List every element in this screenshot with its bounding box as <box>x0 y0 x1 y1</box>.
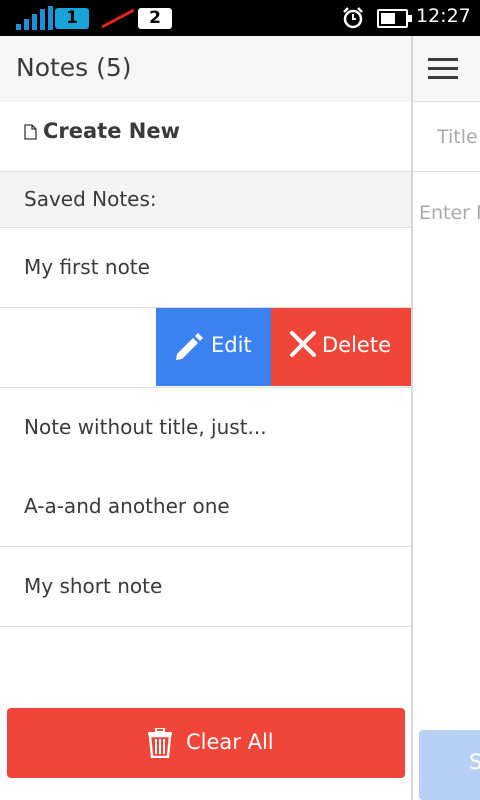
document-icon <box>24 124 37 140</box>
title-input[interactable]: Title <box>413 102 480 172</box>
list-item[interactable]: My short note <box>0 547 411 627</box>
notes-list-panel: Notes (5) Create New Saved Notes: My fir… <box>0 36 411 800</box>
trash-icon <box>148 728 172 758</box>
close-icon <box>290 331 316 357</box>
list-header: Notes (5) <box>0 36 411 102</box>
note-title: My first note <box>24 255 150 279</box>
create-new-button[interactable]: Create New <box>0 102 411 172</box>
save-label: S <box>469 750 480 774</box>
title-placeholder: Title <box>437 126 478 148</box>
clock: 12:27 <box>416 5 471 27</box>
editor-header <box>413 36 480 102</box>
menu-icon[interactable] <box>428 58 458 80</box>
edit-label: Edit <box>211 333 252 357</box>
signal-icon <box>16 6 56 30</box>
alarm-icon <box>343 7 363 29</box>
editor-panel: Title Enter N S <box>413 36 480 800</box>
delete-button[interactable]: Delete <box>271 308 411 386</box>
list-item[interactable]: Note without title, just... <box>0 388 411 468</box>
saved-notes-label: Saved Notes: <box>24 187 157 211</box>
note-title: A-a-and another one <box>24 494 230 518</box>
delete-label: Delete <box>322 333 391 357</box>
battery-icon <box>377 9 412 28</box>
clear-all-label: Clear All <box>186 730 274 754</box>
saved-notes-header: Saved Notes: <box>0 172 411 228</box>
sim1-badge: 1 <box>55 8 89 29</box>
pencil-icon <box>176 333 203 360</box>
note-title: Note without title, just... <box>24 415 267 439</box>
sim2-badge: 2 <box>138 8 172 29</box>
clear-all-button[interactable]: Clear All <box>7 708 405 778</box>
no-signal-icon <box>101 8 135 29</box>
create-new-label: Create New <box>43 119 180 143</box>
note-title: My short note <box>24 574 163 598</box>
list-item-swiped[interactable]: Edit Delete <box>0 308 411 388</box>
list-item[interactable]: A-a-and another one <box>0 467 411 547</box>
edit-button[interactable]: Edit <box>156 308 271 386</box>
page-title: Notes (5) <box>16 53 132 82</box>
text-placeholder: Enter N <box>419 202 480 224</box>
list-item[interactable]: My first note <box>0 228 411 308</box>
save-button[interactable]: S <box>419 730 480 800</box>
status-bar: 1 2 12:27 <box>0 0 480 36</box>
